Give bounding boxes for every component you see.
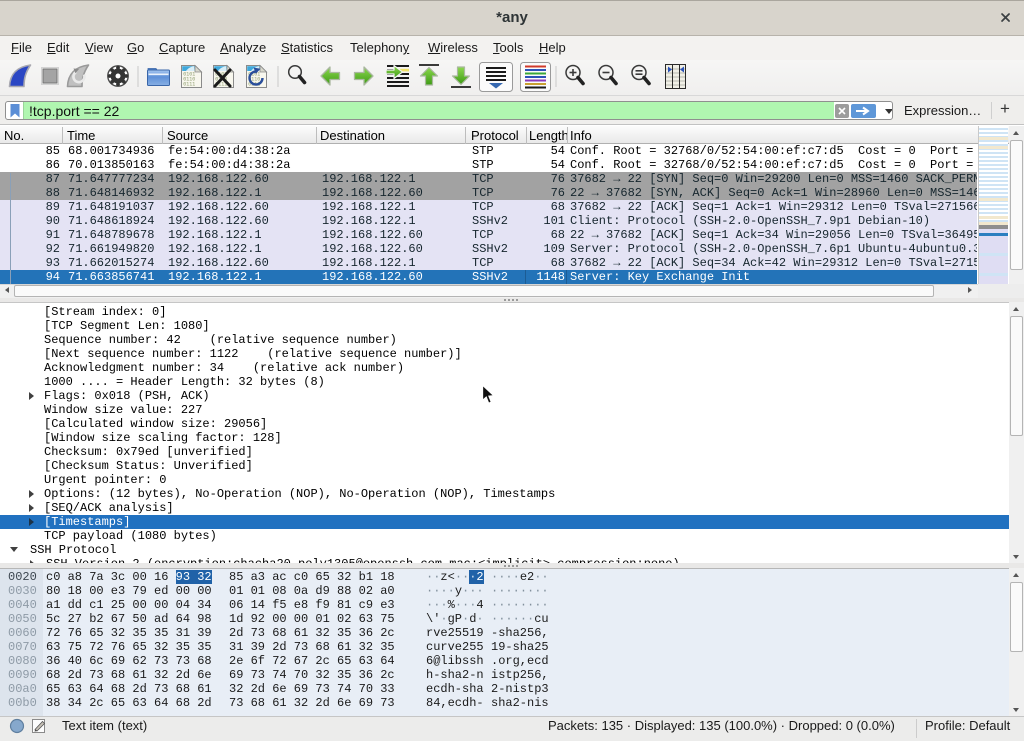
svg-text:0111: 0111 — [183, 82, 195, 88]
